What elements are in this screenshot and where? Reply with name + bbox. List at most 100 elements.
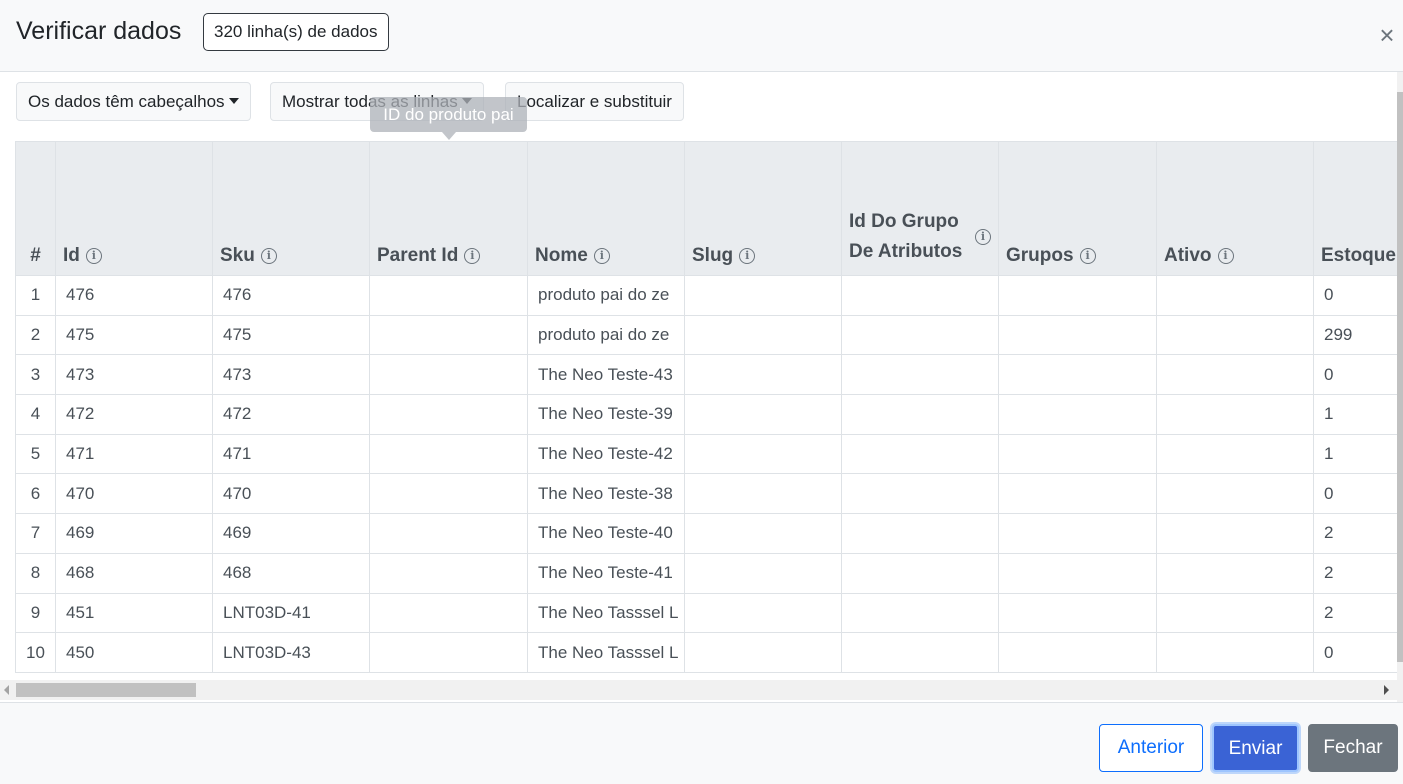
table-cell[interactable]: 451 bbox=[55, 592, 213, 634]
info-circle-icon[interactable]: i bbox=[464, 248, 481, 264]
table-cell[interactable] bbox=[369, 473, 528, 515]
table-cell[interactable] bbox=[1156, 394, 1314, 435]
data-grid[interactable]: # Id i Sku i Parent Id i Nome i Slug i Id Do … bbox=[15, 141, 1397, 673]
table-cell[interactable] bbox=[841, 473, 999, 515]
table-cell[interactable] bbox=[1156, 513, 1314, 554]
vertical-scrollbar[interactable] bbox=[1397, 72, 1403, 702]
table-cell[interactable] bbox=[369, 592, 528, 634]
close-button[interactable]: Fechar bbox=[1308, 724, 1398, 772]
table-cell[interactable]: The Neo Teste-40 bbox=[527, 513, 685, 554]
table-cell[interactable] bbox=[369, 354, 528, 396]
table-cell[interactable] bbox=[841, 433, 999, 475]
table-cell[interactable] bbox=[998, 592, 1157, 634]
table-cell[interactable] bbox=[684, 592, 842, 634]
table-cell[interactable] bbox=[1156, 592, 1314, 634]
info-circle-icon[interactable]: i bbox=[1079, 248, 1096, 264]
table-cell[interactable]: produto pai do ze bbox=[527, 314, 685, 356]
table-cell[interactable]: 2 bbox=[1313, 552, 1397, 594]
table-cell[interactable] bbox=[998, 314, 1157, 356]
table-cell[interactable] bbox=[998, 275, 1157, 316]
table-cell[interactable] bbox=[369, 513, 528, 554]
table-cell[interactable] bbox=[369, 394, 528, 435]
table-cell[interactable]: 471 bbox=[212, 433, 370, 475]
table-cell[interactable] bbox=[998, 394, 1157, 435]
table-cell[interactable]: 469 bbox=[212, 513, 370, 554]
table-cell[interactable]: The Neo Teste-39 bbox=[527, 394, 685, 435]
table-cell[interactable] bbox=[684, 632, 842, 673]
column-header-estoque[interactable]: Estoque bbox=[1313, 141, 1397, 276]
info-circle-icon[interactable]: i bbox=[260, 248, 277, 264]
table-cell[interactable]: 1 bbox=[1313, 433, 1397, 475]
table-cell[interactable]: 471 bbox=[55, 433, 213, 475]
table-cell[interactable]: 475 bbox=[212, 314, 370, 356]
table-cell[interactable] bbox=[841, 275, 999, 316]
table-cell[interactable]: 0 bbox=[1313, 275, 1397, 316]
table-cell[interactable]: 2 bbox=[1313, 513, 1397, 554]
column-header-ativo[interactable]: Ativo i bbox=[1156, 141, 1314, 276]
table-cell[interactable] bbox=[369, 314, 528, 356]
table-cell[interactable] bbox=[684, 275, 842, 316]
column-header-attribute-group-id[interactable]: Id Do Grupo De Atributos i bbox=[841, 141, 999, 276]
table-cell[interactable] bbox=[369, 552, 528, 594]
headers-dropdown[interactable]: Os dados têm cabeçalhos bbox=[16, 82, 251, 121]
info-circle-icon[interactable]: i bbox=[739, 248, 756, 264]
table-cell[interactable]: 299 bbox=[1313, 314, 1397, 356]
table-cell[interactable] bbox=[841, 354, 999, 396]
vertical-scroll-thumb[interactable] bbox=[1397, 92, 1403, 662]
info-circle-icon[interactable]: i bbox=[1217, 248, 1234, 264]
table-cell[interactable] bbox=[1156, 552, 1314, 594]
table-cell[interactable] bbox=[998, 354, 1157, 396]
table-cell[interactable]: 475 bbox=[55, 314, 213, 356]
table-cell[interactable]: 472 bbox=[212, 394, 370, 435]
table-cell[interactable] bbox=[998, 632, 1157, 673]
table-cell[interactable] bbox=[998, 433, 1157, 475]
table-cell[interactable]: 476 bbox=[212, 275, 370, 316]
table-cell[interactable]: 468 bbox=[212, 552, 370, 594]
table-cell[interactable] bbox=[684, 314, 842, 356]
table-cell[interactable]: 473 bbox=[212, 354, 370, 396]
table-cell[interactable]: The Neo Teste-42 bbox=[527, 433, 685, 475]
column-header-slug[interactable]: Slug i bbox=[684, 141, 842, 276]
info-circle-icon[interactable]: i bbox=[975, 229, 991, 245]
table-cell[interactable] bbox=[684, 354, 842, 396]
column-header-parent-id[interactable]: Parent Id i bbox=[369, 141, 528, 276]
info-circle-icon[interactable]: i bbox=[593, 248, 610, 264]
table-cell[interactable] bbox=[684, 394, 842, 435]
horizontal-scrollbar[interactable] bbox=[0, 680, 1397, 700]
table-cell[interactable]: The Neo Tasssel L bbox=[527, 632, 685, 673]
table-cell[interactable]: The Neo Teste-41 bbox=[527, 552, 685, 594]
table-cell[interactable] bbox=[841, 552, 999, 594]
table-cell[interactable] bbox=[1156, 473, 1314, 515]
column-header-id[interactable]: Id i bbox=[55, 141, 213, 276]
table-cell[interactable]: 468 bbox=[55, 552, 213, 594]
table-cell[interactable] bbox=[684, 552, 842, 594]
previous-button[interactable]: Anterior bbox=[1099, 724, 1203, 772]
table-cell[interactable]: The Neo Teste-43 bbox=[527, 354, 685, 396]
table-cell[interactable] bbox=[841, 592, 999, 634]
table-cell[interactable] bbox=[684, 433, 842, 475]
close-icon[interactable]: × bbox=[1374, 22, 1400, 48]
table-cell[interactable] bbox=[684, 473, 842, 515]
table-cell[interactable]: produto pai do ze bbox=[527, 275, 685, 316]
table-cell[interactable]: LNT03D-41 bbox=[212, 592, 370, 634]
table-cell[interactable] bbox=[1156, 275, 1314, 316]
scroll-right-icon[interactable] bbox=[1384, 685, 1389, 695]
table-cell[interactable] bbox=[998, 513, 1157, 554]
table-cell[interactable]: 1 bbox=[1313, 394, 1397, 435]
column-header-grupos[interactable]: Grupos i bbox=[998, 141, 1157, 276]
horizontal-scroll-thumb[interactable] bbox=[16, 683, 196, 697]
column-header-nome[interactable]: Nome i bbox=[527, 141, 685, 276]
table-cell[interactable] bbox=[684, 513, 842, 554]
table-cell[interactable]: 2 bbox=[1313, 592, 1397, 634]
table-cell[interactable] bbox=[841, 394, 999, 435]
column-header-sku[interactable]: Sku i bbox=[212, 141, 370, 276]
table-cell[interactable] bbox=[369, 275, 528, 316]
table-cell[interactable] bbox=[841, 513, 999, 554]
table-cell[interactable] bbox=[841, 632, 999, 673]
table-cell[interactable] bbox=[369, 632, 528, 673]
table-cell[interactable] bbox=[998, 473, 1157, 515]
table-cell[interactable]: 472 bbox=[55, 394, 213, 435]
table-cell[interactable] bbox=[369, 433, 528, 475]
table-cell[interactable] bbox=[998, 552, 1157, 594]
table-cell[interactable]: 473 bbox=[55, 354, 213, 396]
